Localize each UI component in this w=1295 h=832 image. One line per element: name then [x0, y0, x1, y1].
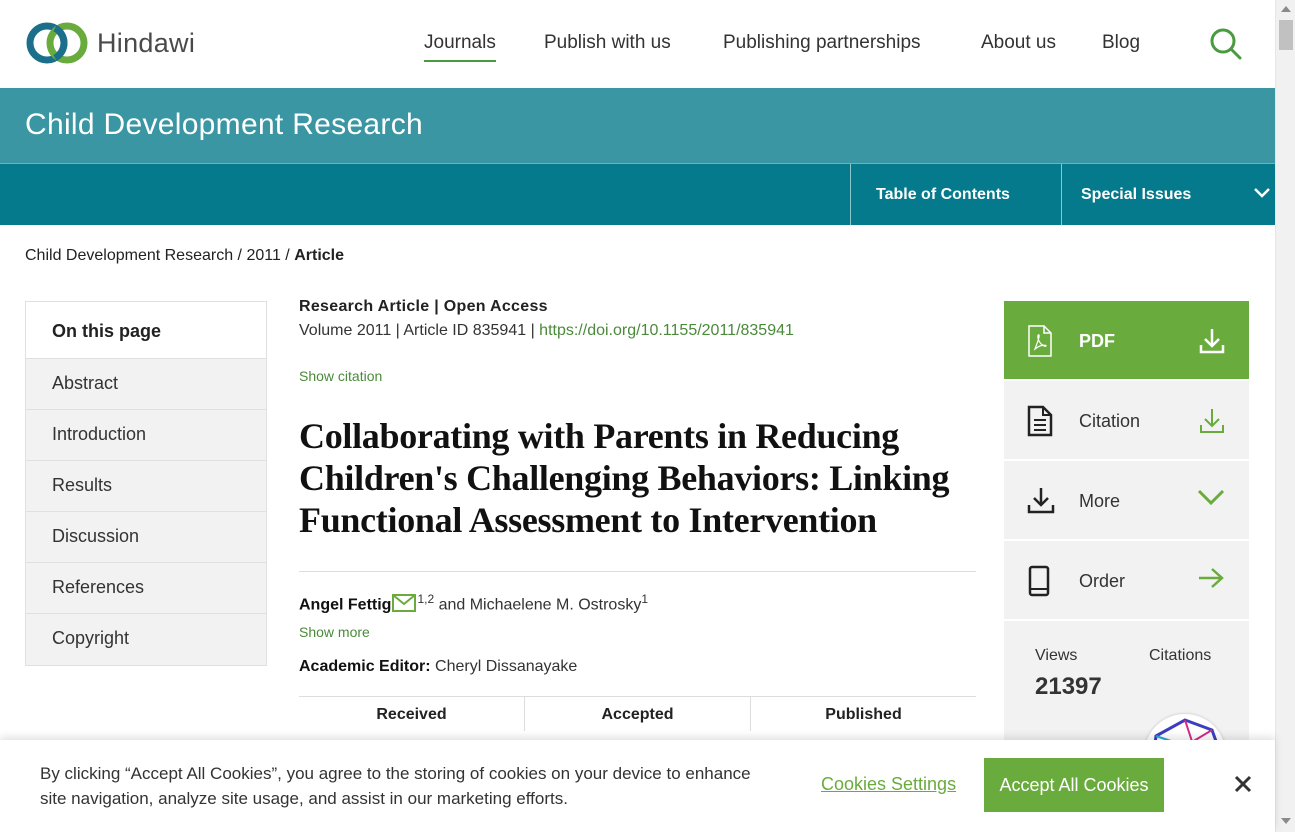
divider [299, 571, 976, 572]
breadcrumb-separator: / [280, 247, 295, 264]
views-label: Views [1035, 647, 1078, 664]
download-icon [1200, 409, 1224, 433]
cookie-banner: By clicking “Accept All Cookies”, you ag… [0, 740, 1275, 832]
nav-about-us[interactable]: About us [981, 32, 1056, 54]
chevron-down-icon [1254, 188, 1270, 198]
mail-icon[interactable] [392, 594, 417, 613]
book-icon [1028, 565, 1050, 597]
journal-subnav: Table of Contents Special Issues [0, 163, 1275, 225]
order-button[interactable]: Order [1004, 541, 1249, 621]
article-title: Collaborating with Parents in Reducing C… [299, 416, 950, 540]
doi-separator: | [526, 322, 540, 339]
download-icon [1027, 488, 1055, 514]
editor-label: Academic Editor: [299, 658, 431, 676]
download-icon [1199, 329, 1225, 354]
doi-link[interactable]: https://doi.org/10.1155/2011/835941 [539, 322, 794, 339]
document-icon [1027, 405, 1053, 437]
article-main: Research Article | Open Access Volume 20… [299, 298, 976, 732]
date-published-label: Published [825, 706, 902, 724]
author-list: Angel Fettig 1,2 and Michaelene M. Ostros… [299, 592, 976, 614]
toc-heading: On this page [26, 302, 266, 359]
toc-item-results[interactable]: Results [26, 461, 266, 512]
article-meta: Volume 2011 | Article ID 835941 | https:… [299, 322, 976, 340]
author-name[interactable]: Michaelene M. Ostrosky [470, 596, 642, 613]
author-affiliation: 1 [641, 592, 649, 606]
article-dates: Received Accepted Published [299, 696, 976, 732]
article-actions-panel: PDF Citation More Order Views 21397 Cita… [1004, 301, 1249, 796]
article-id: | Article ID 835941 [391, 322, 527, 339]
toc-item-introduction[interactable]: Introduction [26, 410, 266, 461]
accept-all-cookies-button[interactable]: Accept All Cookies [984, 758, 1164, 812]
date-received-label: Received [299, 697, 525, 732]
tab-special-issues[interactable]: Special Issues [1061, 164, 1275, 225]
tab-special-issues-label: Special Issues [1081, 186, 1192, 203]
author-conjunction: and [434, 596, 470, 614]
toc-item-discussion[interactable]: Discussion [26, 512, 266, 563]
toc-item-references[interactable]: References [26, 563, 266, 614]
article-metrics: Views 21397 Citations 17 [1004, 621, 1249, 796]
nav-publish-with-us[interactable]: Publish with us [544, 32, 671, 54]
journal-banner: Child Development Research [0, 88, 1275, 163]
breadcrumb-journal[interactable]: Child Development Research [25, 247, 233, 264]
more-button[interactable]: More [1004, 461, 1249, 541]
citation-download-button[interactable]: Citation [1004, 381, 1249, 461]
scroll-down-arrow-icon[interactable] [1281, 818, 1291, 824]
close-icon[interactable] [1233, 774, 1253, 794]
toc-item-abstract[interactable]: Abstract [26, 359, 266, 410]
scrollbar-thumb[interactable] [1279, 20, 1293, 50]
more-label: More [1079, 491, 1121, 511]
breadcrumb-separator: / [233, 247, 247, 264]
citation-label: Citation [1079, 411, 1141, 431]
citations-label: Citations [1149, 647, 1212, 664]
page-scrollbar[interactable] [1275, 0, 1295, 832]
cookie-message: By clicking “Accept All Cookies”, you ag… [40, 764, 751, 808]
nav-journals[interactable]: Journals [424, 32, 496, 62]
breadcrumb-current: Article [294, 247, 344, 264]
author-name[interactable]: Angel Fettig [299, 596, 391, 613]
cookie-settings-link[interactable]: Cookies Settings [821, 774, 956, 795]
pdf-download-button[interactable]: PDF [1004, 301, 1249, 381]
hindawi-logo[interactable]: Hindawi [25, 18, 195, 68]
show-more-link[interactable]: Show more [299, 624, 976, 640]
search-icon[interactable] [1209, 27, 1243, 61]
article-volume: Volume 2011 [299, 322, 392, 339]
author-affiliation: 1,2 [417, 592, 435, 606]
order-label: Order [1079, 571, 1126, 591]
breadcrumb: Child Development Research / 2011 / Arti… [25, 247, 344, 265]
breadcrumb-year[interactable]: 2011 [246, 247, 280, 264]
logo-text: Hindawi [97, 27, 196, 58]
toc-item-copyright[interactable]: Copyright [26, 614, 266, 665]
scroll-up-arrow-icon[interactable] [1281, 6, 1291, 12]
date-accepted-label: Accepted [525, 697, 751, 732]
on-this-page-nav: On this page Abstract Introduction Resul… [25, 301, 267, 666]
nav-publishing-partnerships[interactable]: Publishing partnerships [723, 32, 921, 54]
article-type: Research Article | Open Access [299, 298, 548, 315]
journal-title[interactable]: Child Development Research [25, 108, 423, 142]
show-citation-link[interactable]: Show citation [299, 368, 976, 384]
arrow-right-icon [1199, 568, 1224, 588]
academic-editor: Academic Editor: Cheryl Dissanayake [299, 658, 976, 676]
chevron-down-icon [1197, 489, 1225, 506]
tab-table-of-contents-label: Table of Contents [876, 186, 1010, 203]
tab-table-of-contents[interactable]: Table of Contents [850, 164, 1061, 225]
top-header: Hindawi Journals Publish with us Publish… [0, 0, 1275, 88]
pdf-label: PDF [1079, 331, 1115, 351]
pdf-file-icon [1028, 325, 1052, 357]
editor-name: Cheryl Dissanayake [430, 658, 578, 676]
views-count: 21397 [1035, 673, 1102, 700]
hindawi-logo-icon [26, 22, 88, 64]
nav-blog[interactable]: Blog [1102, 32, 1140, 54]
